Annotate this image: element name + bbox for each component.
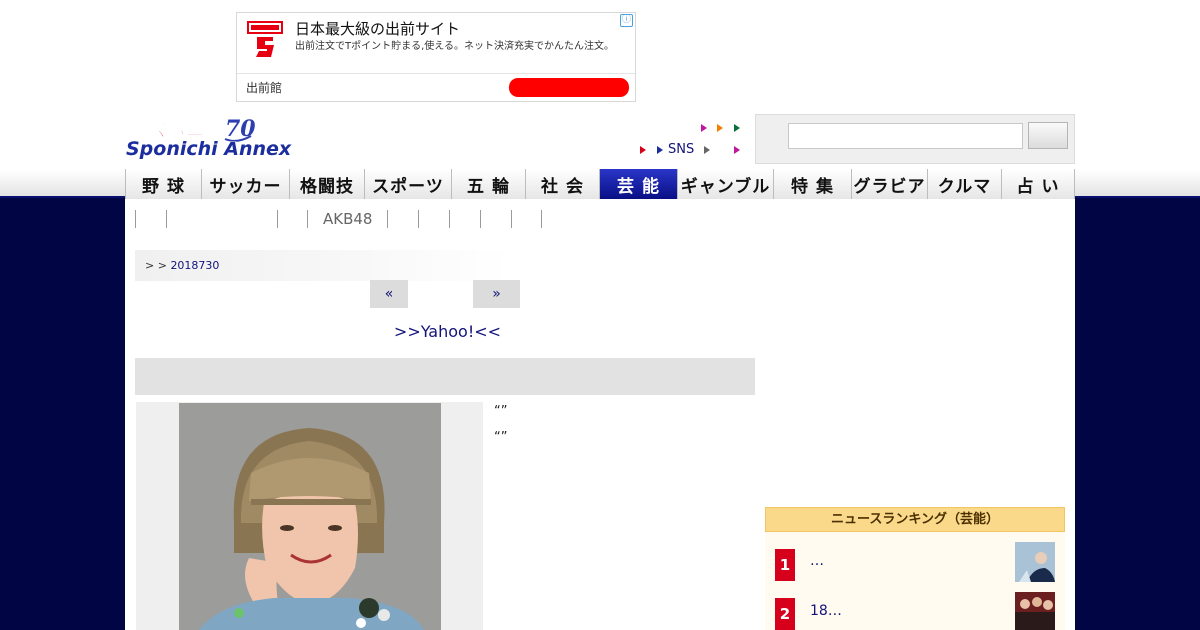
yahoo-link[interactable]: >>Yahoo!<< <box>0 322 895 341</box>
headline-bar <box>135 358 755 395</box>
ad-description: 出前注文でTポイント貯まる,使える。ネット決済充実でかんたん注文。 <box>295 41 614 52</box>
nav-item-society[interactable]: 社 会 <box>526 169 600 199</box>
ad-title[interactable]: 日本最大級の出前サイト <box>295 18 460 39</box>
main-nav: 野 球 サッカー 格闘技 スポーツ 五 輪 社 会 芸 能 ギャンブル 特 集 … <box>125 169 1075 199</box>
triangle-icon <box>701 124 707 132</box>
subnav-separator <box>511 210 512 228</box>
article-photo[interactable] <box>179 403 441 630</box>
breadcrumb-prefix: > <box>145 259 158 272</box>
subnav-separator <box>480 210 481 228</box>
svg-text:Sponichi Annex: Sponichi Annex <box>126 138 292 160</box>
breadcrumb: > > 2018730 <box>135 250 510 281</box>
search-button[interactable] <box>1028 122 1068 149</box>
search-box <box>755 114 1075 164</box>
ranking-thumbnail[interactable] <box>1015 542 1055 582</box>
ad-info-icon[interactable]: ⓘ <box>620 14 633 27</box>
sponichi-annex-logo[interactable]: スポニチ 70 Sponichi Annex <box>125 114 320 164</box>
subnav-separator <box>135 210 136 228</box>
nav-item-olympics[interactable]: 五 輪 <box>452 169 526 199</box>
subnav-separator <box>166 210 167 228</box>
nav-item-features[interactable]: 特 集 <box>774 169 852 199</box>
ranking-thumbnail[interactable] <box>1015 592 1055 630</box>
breadcrumb-arrow: > <box>157 259 171 272</box>
triangle-icon <box>717 124 723 132</box>
ad-cta-button[interactable] <box>509 78 629 97</box>
nav-item-fortune[interactable]: 占 い <box>1002 169 1075 199</box>
triangle-icon <box>657 146 663 154</box>
nav-item-sports[interactable]: スポーツ <box>365 169 452 199</box>
nav-item-entertainment[interactable]: 芸 能 <box>600 169 678 199</box>
subnav-separator <box>541 210 542 228</box>
article-quote: “” <box>494 430 508 445</box>
ranking-item-link[interactable]: 18… <box>810 603 842 619</box>
triangle-icon <box>734 124 740 132</box>
triangle-icon <box>704 146 710 154</box>
subnav-item-akb48[interactable]: AKB48 <box>323 210 372 228</box>
rank-number: 1 <box>775 549 795 581</box>
photo-frame <box>136 402 483 630</box>
article-quote: “” <box>494 404 508 419</box>
triangle-icon <box>640 146 646 154</box>
ad-banner[interactable]: 日本最大級の出前サイト 出前注文でTポイント貯まる,使える。ネット決済充実でかん… <box>236 12 636 102</box>
subnav-separator <box>307 210 308 228</box>
nav-item-baseball[interactable]: 野 球 <box>125 169 202 199</box>
prev-article-button[interactable]: « <box>370 280 408 308</box>
subnav-separator <box>387 210 388 228</box>
subnav-separator <box>418 210 419 228</box>
ranking-item-link[interactable]: … <box>810 553 824 569</box>
breadcrumb-date-link[interactable]: 2018730 <box>170 259 219 272</box>
nav-item-martial-arts[interactable]: 格闘技 <box>290 169 365 199</box>
subnav-separator <box>277 210 278 228</box>
search-input[interactable] <box>788 123 1023 149</box>
nav-item-soccer[interactable]: サッカー <box>202 169 290 199</box>
nav-item-gravure[interactable]: グラビア <box>852 169 928 199</box>
triangle-icon <box>734 146 740 154</box>
next-article-button[interactable]: » <box>473 280 520 308</box>
nav-item-gamble[interactable]: ギャンブル <box>678 169 774 199</box>
ad-divider <box>237 73 635 74</box>
ad-brand: 出前館 <box>246 81 283 95</box>
nav-item-cars[interactable]: クルマ <box>928 169 1002 199</box>
subnav-separator <box>449 210 450 228</box>
ranking-list: 1 … 2 18… <box>765 532 1065 630</box>
rank-number: 2 <box>775 598 795 630</box>
ranking-header: ニュースランキング（芸能） <box>765 507 1065 532</box>
demaekan-logo-icon <box>247 21 283 57</box>
sns-link[interactable]: SNS <box>668 142 694 157</box>
